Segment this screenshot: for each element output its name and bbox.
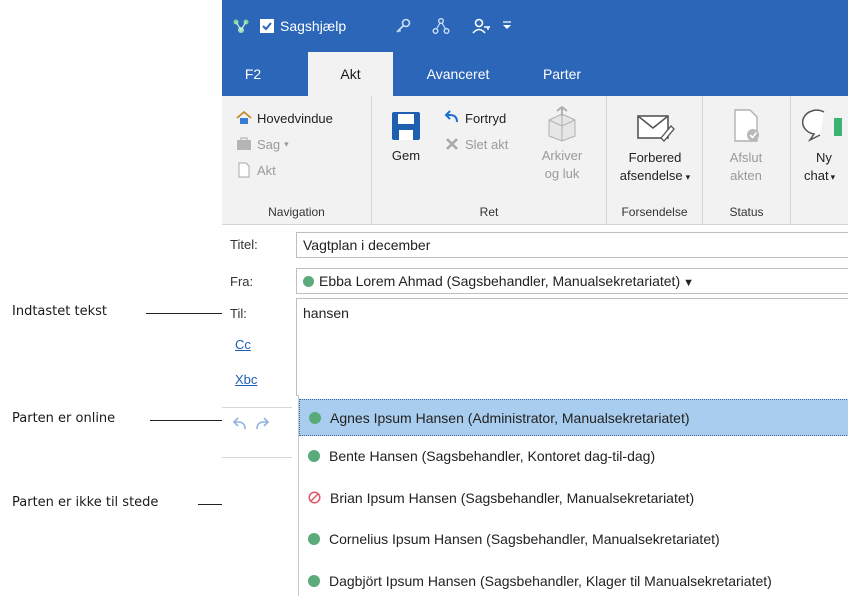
chevron-down-icon: ▾ <box>284 138 289 149</box>
to-label: Til: <box>230 306 247 321</box>
finish-document-icon <box>730 108 762 149</box>
suggestion-item[interactable]: Cornelius Ipsum Hansen (Sagsbehandler, M… <box>299 520 848 557</box>
online-status-icon <box>308 449 320 462</box>
message-form: Titel: Vagtplan i december Fra: Ebba Lor… <box>222 225 848 596</box>
title-label: Titel: <box>230 237 258 252</box>
title-bar: Sagshjælp <box>222 0 848 52</box>
finish-record-button[interactable]: Afslut akten <box>713 108 779 185</box>
tab-f2[interactable]: F2 <box>222 52 284 96</box>
undo-arrow-icon[interactable] <box>232 417 248 436</box>
suggestion-item[interactable]: Agnes Ipsum Hansen (Administrator, Manua… <box>299 399 848 436</box>
case-icon <box>236 136 252 152</box>
record-button[interactable]: Akt <box>236 162 276 178</box>
ribbon-group-navigation: Hovedvindue Sag ▾ Akt Navigation <box>222 96 372 225</box>
title-field[interactable]: Vagtplan i december <box>296 232 848 258</box>
checkbox-icon[interactable] <box>260 19 274 33</box>
from-label: Fra: <box>230 274 254 289</box>
finish-label-line2: akten <box>730 168 762 183</box>
ribbon: Hovedvindue Sag ▾ Akt Navigation Gem For… <box>222 96 848 225</box>
online-status-icon <box>303 276 314 287</box>
tab-akt[interactable]: Akt <box>308 52 393 96</box>
undo-label: Fortryd <box>465 110 507 126</box>
suggestion-item[interactable]: Brian Ipsum Hansen (Sagsbehandler, Manua… <box>299 479 848 516</box>
divider <box>222 407 292 408</box>
prepare-send-button[interactable]: Forbered afsendelse ▾ <box>611 108 699 186</box>
suggestion-name: Cornelius Ipsum Hansen (Sagsbehandler, M… <box>329 530 720 547</box>
document-icon <box>236 162 252 178</box>
case-button[interactable]: Sag ▾ <box>236 136 289 152</box>
user-key-icon[interactable] <box>472 16 492 36</box>
undo-icon <box>444 110 460 126</box>
app-title: Sagshjælp <box>280 18 347 34</box>
network-icon[interactable] <box>432 16 450 36</box>
suggestion-name: Agnes Ipsum Hansen (Administrator, Manua… <box>330 409 690 426</box>
archive-icon <box>545 105 579 147</box>
to-field-typed-text: hansen <box>303 305 349 321</box>
prepare-send-label-line1: Forbered <box>628 150 682 165</box>
online-status-icon <box>308 574 320 587</box>
away-status-icon <box>308 491 321 504</box>
screenshot: Indtastet tekst Parten er online Parten … <box>0 0 848 596</box>
main-window-button[interactable]: Hovedvindue <box>236 110 333 126</box>
delete-record-button[interactable]: Slet akt <box>444 136 508 152</box>
chat-icon <box>801 108 842 149</box>
sagshjaelp-toggle[interactable]: Sagshjælp <box>260 16 346 36</box>
archive-label-line2: og luk <box>544 166 580 181</box>
delete-icon <box>444 136 460 152</box>
suggestion-name: Dagbjört Ipsum Hansen (Sagsbehandler, Kl… <box>329 572 772 589</box>
new-chat-label-line1: Ny <box>816 150 832 165</box>
ribbon-tabs: F2 Akt Avanceret Parter <box>222 52 848 96</box>
cc-link[interactable]: Cc <box>235 337 251 352</box>
navigation-group-label: Navigation <box>268 205 325 219</box>
suggestion-name: Bente Hansen (Sagsbehandler, Kontoret da… <box>329 447 656 464</box>
home-icon <box>236 110 252 126</box>
prepare-send-label-line2: afsendelse <box>619 168 683 183</box>
app-logo-icon <box>232 16 250 36</box>
ribbon-group-send: Forbered afsendelse ▾ Forsendelse <box>607 96 703 225</box>
suggestion-item[interactable]: Dagbjört Ipsum Hansen (Sagsbehandler, Kl… <box>299 562 848 596</box>
case-label: Sag <box>257 136 281 152</box>
callout-online: Parten er online <box>12 411 116 426</box>
tab-avanceret[interactable]: Avanceret <box>412 52 504 96</box>
edit-group-label: Ret <box>479 205 499 219</box>
chevron-down-icon[interactable]: ▼ <box>683 277 694 289</box>
save-icon <box>390 110 422 147</box>
chevron-down-icon: ▾ <box>830 172 836 182</box>
record-label: Akt <box>257 162 276 178</box>
suggestion-name: Brian Ipsum Hansen (Sagsbehandler, Manua… <box>330 489 695 506</box>
suggestion-item[interactable]: Bente Hansen (Sagsbehandler, Kontoret da… <box>299 437 848 474</box>
save-label: Gem <box>391 148 421 163</box>
from-field[interactable]: Ebba Lorem Ahmad (Sagsbehandler, Manuals… <box>296 268 848 294</box>
recipient-suggestions: Agnes Ipsum Hansen (Administrator, Manua… <box>298 395 848 596</box>
bcc-link[interactable]: Xbc <box>235 372 257 387</box>
ribbon-group-status: Afslut akten Status <box>703 96 791 225</box>
ribbon-group-edit: Gem Fortryd Slet akt Arkiver og luk Ret <box>372 96 607 225</box>
online-status-icon <box>309 411 321 424</box>
finish-label-line1: Afslut <box>729 150 763 165</box>
undo-button[interactable]: Fortryd <box>444 110 506 126</box>
divider <box>222 457 292 458</box>
from-value: Ebba Lorem Ahmad (Sagsbehandler, Manuals… <box>319 273 681 289</box>
archive-label-line1: Arkiver <box>541 148 583 163</box>
chevron-down-icon: ▾ <box>685 172 691 182</box>
envelope-icon <box>635 108 675 149</box>
main-window-label: Hovedvindue <box>257 110 333 126</box>
quick-access-dropdown-icon[interactable] <box>502 16 512 36</box>
to-field[interactable]: hansen <box>296 298 848 396</box>
application-window: Sagshjælp F2 Akt Avanceret Parter Hovedv… <box>222 0 848 596</box>
send-group-label: Forsendelse <box>621 205 688 219</box>
callout-typed-text: Indtastet tekst <box>12 304 107 319</box>
online-status-icon <box>308 532 320 545</box>
new-chat-label-line2: chat <box>804 168 829 183</box>
save-button[interactable]: Gem <box>384 110 428 165</box>
new-chat-button[interactable]: Ny chat ▾ <box>801 108 848 186</box>
status-group-label: Status <box>729 205 764 219</box>
delete-record-label: Slet akt <box>465 136 509 152</box>
redo-arrow-icon[interactable] <box>254 417 270 436</box>
key-icon[interactable] <box>394 16 412 36</box>
callout-away: Parten er ikke til stede <box>12 495 159 510</box>
archive-close-button[interactable]: Arkiver og luk <box>532 105 592 183</box>
tab-parter[interactable]: Parter <box>522 52 602 96</box>
